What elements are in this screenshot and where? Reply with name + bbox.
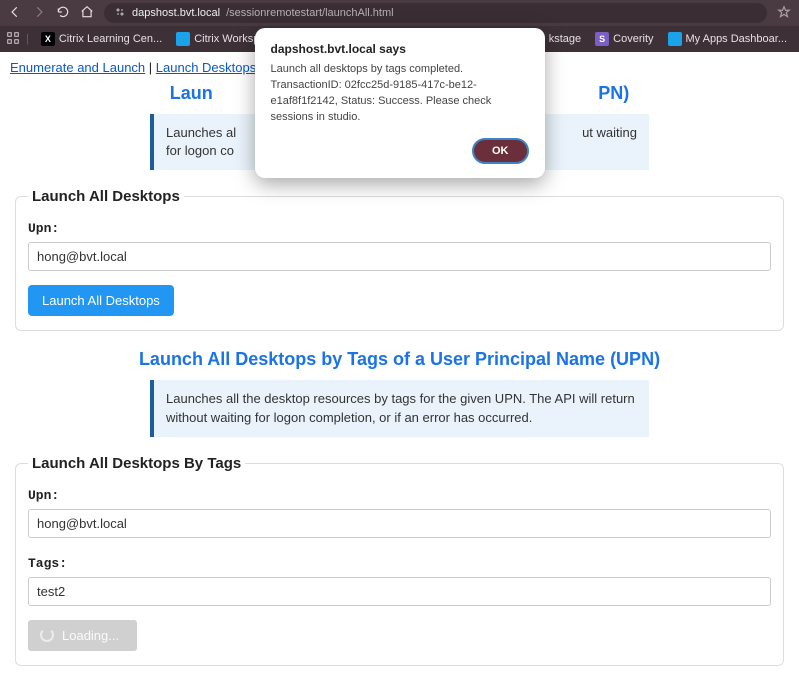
- bookmark-favicon: [668, 32, 682, 46]
- home-icon[interactable]: [80, 5, 94, 22]
- link-enumerate-launch[interactable]: Enumerate and Launch: [10, 60, 145, 75]
- dialog-title: dapshost.bvt.local says: [271, 42, 529, 56]
- bookmark-label: Citrix Learning Cen...: [59, 33, 162, 45]
- browser-toolbar: dapshost.bvt.local/sessionremotestart/la…: [0, 0, 799, 26]
- bookmark-favicon: S: [595, 32, 609, 46]
- bookmark-label: My Apps Dashboar...: [686, 33, 788, 45]
- panel-legend: Launch All Desktops: [28, 188, 184, 205]
- alert-dialog: dapshost.bvt.local says Launch all deskt…: [255, 28, 545, 178]
- bookmark-item[interactable]: S Coverity: [589, 29, 659, 49]
- bookmark-item[interactable]: My Apps Dashboar...: [662, 29, 794, 49]
- upn-label: Upn:: [28, 488, 771, 503]
- reload-icon[interactable]: [56, 5, 70, 22]
- star-icon[interactable]: [777, 5, 791, 22]
- tags-label: Tags:: [28, 556, 771, 571]
- section2-heading: Launch All Desktops by Tags of a User Pr…: [10, 349, 789, 370]
- panel-legend: Launch All Desktops By Tags: [28, 455, 245, 472]
- spinner-icon: [40, 628, 54, 642]
- site-info-icon[interactable]: [114, 6, 126, 21]
- link-launch-desktops[interactable]: Launch Desktops: [156, 60, 256, 75]
- bookmark-favicon: X: [41, 32, 55, 46]
- bookmark-label: Coverity: [613, 33, 653, 45]
- dialog-body: Launch all desktops by tags completed. T…: [271, 62, 529, 126]
- loading-button: Loading...: [28, 620, 137, 651]
- upn-label: Upn:: [28, 221, 771, 236]
- separator: |: [26, 33, 29, 45]
- upn-input-tags[interactable]: [28, 509, 771, 538]
- panel-launch-by-tags: Launch All Desktops By Tags Upn: Tags: L…: [15, 455, 784, 666]
- nav-controls: [8, 5, 94, 22]
- panel-launch-all-desktops: Launch All Desktops Upn: Launch All Desk…: [15, 188, 784, 331]
- loading-label: Loading...: [62, 628, 119, 643]
- bookmark-favicon: [176, 32, 190, 46]
- dialog-ok-button[interactable]: OK: [472, 138, 529, 164]
- url-path: /sessionremotestart/launchAll.html: [226, 7, 394, 19]
- apps-grid-icon[interactable]: [6, 31, 20, 48]
- bookmark-label: kstage: [549, 33, 581, 45]
- launch-all-desktops-button[interactable]: Launch All Desktops: [28, 285, 174, 316]
- section2-callout: Launches all the desktop resources by ta…: [150, 380, 649, 436]
- upn-input[interactable]: [28, 242, 771, 271]
- url-host: dapshost.bvt.local: [132, 7, 220, 19]
- forward-icon[interactable]: [32, 5, 46, 22]
- address-bar[interactable]: dapshost.bvt.local/sessionremotestart/la…: [104, 3, 767, 23]
- tags-input[interactable]: [28, 577, 771, 606]
- bookmark-item[interactable]: X Citrix Learning Cen...: [35, 29, 168, 49]
- back-icon[interactable]: [8, 5, 22, 22]
